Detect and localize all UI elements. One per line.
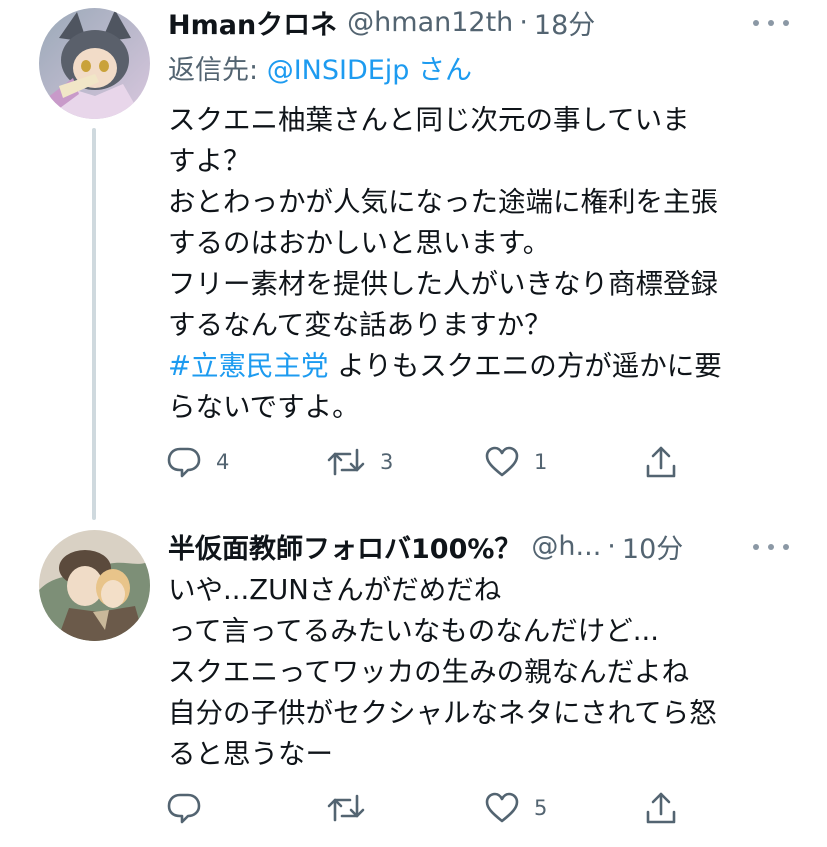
tweet-header: Hmanクロネ @hman12th · 18分: [168, 2, 757, 42]
tweet-actions: 4 3 1: [166, 444, 686, 480]
share-upload-icon: [646, 792, 676, 824]
tweet-text-line: すよ？: [168, 145, 251, 177]
retweet-arrows-icon: [327, 448, 365, 476]
tweet-actions: 5: [166, 790, 686, 826]
tweet-header: 半仮面教師フォロバ100%？ @h... · 10分: [168, 526, 757, 566]
separator-dot: ·: [519, 6, 528, 38]
retweet-count: 3: [380, 450, 394, 474]
tweet-text-line: 自分の子供がセクシャルなネタにされてら怒: [168, 697, 717, 729]
tweet-text-line: って言ってるみたいなものなんだけど...: [168, 615, 659, 647]
reply-to-mention[interactable]: @INSIDEjp: [267, 55, 410, 86]
reply-to-suffix[interactable]: さん: [409, 55, 472, 86]
share-button[interactable]: [644, 444, 678, 480]
tweet-1[interactable]: Hmanクロネ @hman12th · 18分 返信先: @INSIDEjp さ…: [0, 0, 827, 520]
thread-line: [92, 128, 96, 520]
share-upload-icon: [646, 446, 676, 478]
more-dots-icon[interactable]: [753, 8, 789, 38]
reply-count: 4: [216, 450, 230, 474]
timestamp[interactable]: 10分: [622, 527, 683, 566]
heart-icon: [485, 446, 519, 477]
display-name[interactable]: Hmanクロネ: [168, 3, 337, 42]
tweet-text-fragment: よりもスクエニの方が遥かに要: [328, 350, 722, 382]
reply-button[interactable]: 4: [166, 444, 229, 480]
separator-dot: ·: [607, 530, 616, 562]
avatar[interactable]: [39, 8, 150, 119]
retweet-button[interactable]: 3: [326, 444, 393, 480]
like-button[interactable]: 5: [484, 790, 547, 826]
like-count: 5: [534, 796, 548, 820]
tweet-text-line: ると思うなー: [168, 738, 333, 770]
retweet-arrows-icon: [327, 794, 365, 822]
reply-to: 返信先: @INSIDEjp さん: [168, 48, 472, 87]
avatar[interactable]: [39, 530, 150, 641]
retweet-button[interactable]: [326, 790, 380, 826]
tweet-text-line: フリー素材を提供した人がいきなり商標登録: [168, 268, 718, 300]
tweet-text-line: するのはおかしいと思います。: [168, 227, 551, 259]
tweet-text-line: するなんて変な話ありますか？: [168, 309, 552, 341]
user-handle[interactable]: @hman12th: [347, 7, 513, 38]
tweet-text: いや...ZUNさんがだめだね って言ってるみたいなものなんだけど... スクエ…: [168, 570, 778, 775]
tweet-text-line: #立憲民主党 よりもスクエニの方が遥かに要: [168, 346, 778, 387]
hashtag-link[interactable]: #立憲民主党: [168, 350, 329, 382]
reply-bubble-icon: [167, 447, 201, 478]
tweet-2[interactable]: 半仮面教師フォロバ100%？ @h... · 10分 いや...ZUNさんがだめ…: [0, 510, 827, 847]
timestamp[interactable]: 18分: [534, 3, 595, 42]
share-button[interactable]: [644, 790, 678, 826]
tweet-text-line: スクエニってワッカの生みの親なんだよね: [168, 656, 690, 688]
tweet-text: スクエニ柚葉さんと同じ次元の事していま すよ？ おとわっかが人気になった途端に権…: [168, 100, 778, 428]
display-name[interactable]: 半仮面教師フォロバ100%？: [168, 527, 521, 566]
tweet-text-line: いや...ZUNさんがだめだね: [168, 574, 502, 606]
reply-to-prefix: 返信先:: [168, 55, 267, 86]
tweet-text-line: おとわっかが人気になった途端に権利を主張: [168, 186, 718, 218]
heart-icon: [485, 792, 519, 823]
more-dots-icon[interactable]: [753, 532, 789, 562]
tweet-text-line: らないですよ。: [168, 391, 360, 423]
reply-button[interactable]: [166, 790, 216, 826]
like-count: 1: [534, 450, 548, 474]
tweet-text-line: スクエニ柚葉さんと同じ次元の事していま: [168, 104, 690, 136]
user-handle[interactable]: @h...: [531, 531, 601, 562]
reply-bubble-icon: [167, 793, 201, 824]
like-button[interactable]: 1: [484, 444, 547, 480]
